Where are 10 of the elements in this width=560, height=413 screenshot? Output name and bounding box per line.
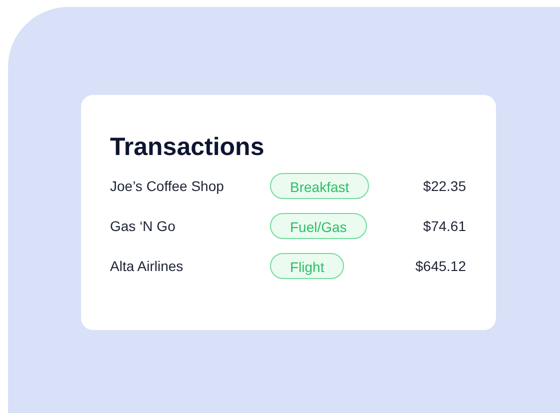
category-tag: Flight: [270, 253, 344, 279]
transaction-amount: $645.12: [415, 258, 466, 274]
category-tag: Breakfast: [270, 173, 370, 199]
transaction-amount: $22.35: [422, 178, 466, 194]
merchant-name: Gas ‘N Go: [110, 218, 176, 234]
card-title: Transactions: [110, 133, 266, 161]
merchant-name: Alta Airlines: [110, 258, 184, 274]
transaction-amount: $74.61: [422, 218, 466, 234]
category-tag: Fuel/Gas: [270, 213, 367, 239]
merchant-name: Joe’s Coffee Shop: [110, 178, 225, 194]
